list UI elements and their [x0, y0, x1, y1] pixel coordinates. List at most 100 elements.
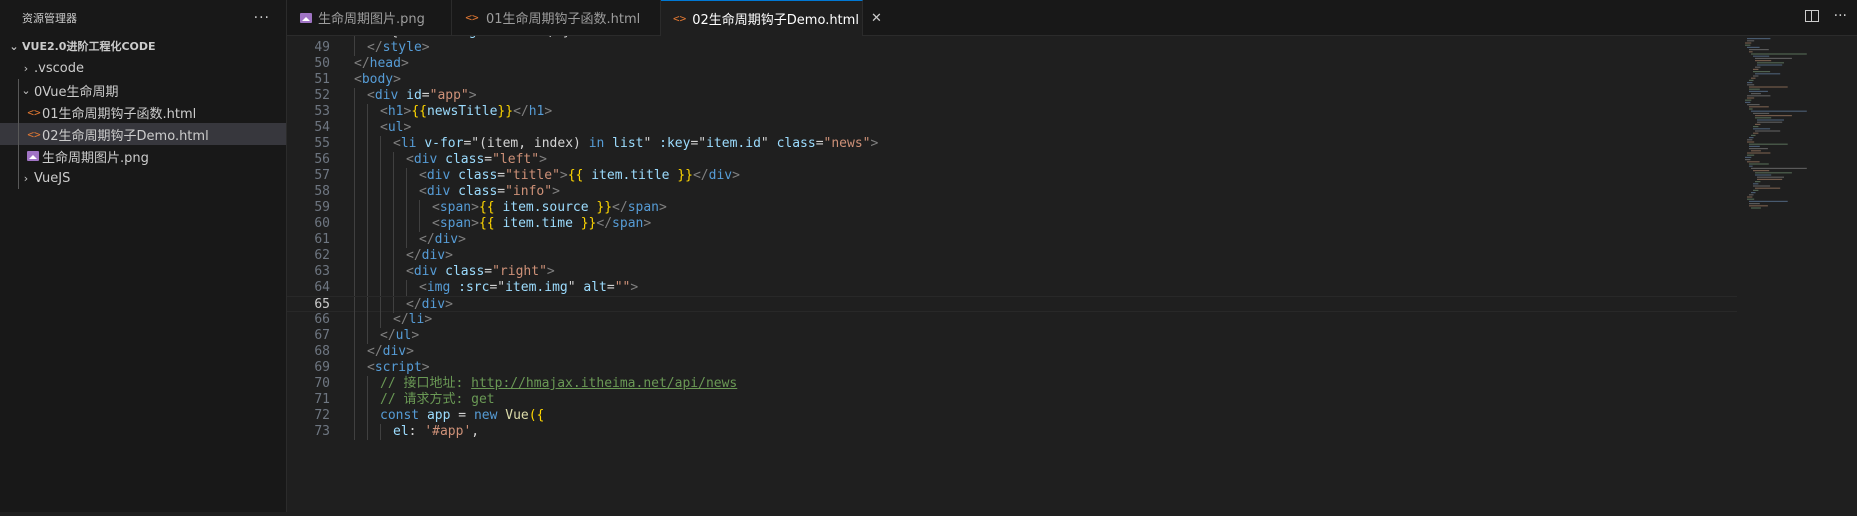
indent-guide — [367, 184, 368, 200]
tree-indent-guide — [18, 79, 19, 189]
html-file-icon: <> — [465, 11, 479, 24]
minimap-line — [1753, 128, 1771, 130]
indent-guide — [354, 88, 355, 104]
tree-item-label: 02生命周期钩子Demo.html — [42, 128, 209, 144]
code-line[interactable]: 59 <span>{{ item.source }}</span> — [287, 200, 1737, 216]
indent-guide — [406, 184, 407, 200]
indent-guide — [354, 248, 355, 264]
code-text: </div> — [367, 344, 414, 359]
minimap[interactable] — [1737, 36, 1857, 512]
indent-guide — [380, 264, 381, 280]
line-number: 70 — [314, 376, 330, 391]
code-line[interactable]: 69 <script> — [287, 360, 1737, 376]
code-line[interactable]: 65 </div> — [287, 296, 1737, 313]
indent-guide — [380, 424, 381, 440]
minimap-line — [1755, 60, 1772, 62]
indent-guide — [354, 297, 355, 313]
tab-lifecycle-png[interactable]: 生命周期图片.png — [287, 0, 452, 35]
code-line[interactable]: 50 </head> — [287, 56, 1737, 72]
code-text: const app = new Vue({ — [380, 408, 545, 423]
indent-guide — [354, 280, 355, 296]
code-line[interactable]: 72 const app = new Vue({ — [287, 408, 1737, 424]
minimap-line — [1749, 79, 1754, 81]
code-text: <script> — [367, 360, 430, 375]
code-line[interactable]: 73 el: '#app', — [287, 424, 1737, 440]
minimap-line — [1747, 40, 1755, 42]
tree-item-label: VueJS — [34, 170, 71, 186]
indent-guide — [380, 216, 381, 232]
indent-guide — [406, 232, 407, 248]
minimap-line — [1751, 53, 1807, 55]
code-line[interactable]: 71 // 请求方式: get — [287, 392, 1737, 408]
minimap-line — [1753, 126, 1759, 128]
indent-guide — [393, 232, 394, 248]
code-text: <div class="info"> — [419, 184, 560, 199]
editor-tab-bar: 生命周期图片.png <> 01生命周期钩子函数.html <> 02生命周期钩… — [287, 0, 1857, 36]
code-line[interactable]: 54 <ul> — [287, 120, 1737, 136]
indent-guide — [406, 168, 407, 184]
html-file-icon: <> — [673, 12, 687, 25]
minimap-line — [1755, 130, 1781, 132]
code-line[interactable]: 55 <li v-for="(item, index) in list" :key… — [287, 136, 1737, 152]
more-actions-icon[interactable]: ··· — [1834, 8, 1847, 24]
minimap-line — [1749, 205, 1768, 207]
code-line[interactable]: 49 </style> — [287, 40, 1737, 56]
code-line[interactable]: 70 // 接口地址: http://hmajax.itheima.net/api… — [287, 376, 1737, 392]
tab-lifecycle-hooks-html[interactable]: <> 01生命周期钩子函数.html — [452, 0, 661, 35]
workspace-root-folder[interactable]: ⌄ VUE2.0进阶工程化CODE — [0, 35, 286, 57]
chevron-right-icon: › — [23, 171, 29, 185]
minimap-line — [1747, 161, 1760, 163]
indent-guide — [380, 280, 381, 296]
tree-item-vue-lifecycle-folder[interactable]: ⌄ 0Vue生命周期 — [0, 79, 286, 101]
tree-item-lifecycle-png[interactable]: 生命周期图片.png — [0, 145, 286, 167]
code-line[interactable]: 60 <span>{{ item.time }}</span> — [287, 216, 1737, 232]
tab-label: 01生命周期钩子函数.html — [486, 12, 641, 27]
code-text: <h1>{{newsTitle}}</h1> — [380, 104, 553, 119]
tree-item-vuejs-folder[interactable]: › VueJS — [0, 167, 286, 189]
code-line[interactable]: 58 <div class="info"> — [287, 184, 1737, 200]
code-line[interactable]: 52 <div id="app"> — [287, 88, 1737, 104]
minimap-line — [1751, 110, 1807, 112]
indent-guide — [406, 280, 407, 296]
indent-guide — [380, 248, 381, 264]
code-editor[interactable]: 48h1 { text-align: center; }49</style>50… — [287, 36, 1737, 512]
code-line[interactable]: 64 <img :src="item.img" alt=""> — [287, 280, 1737, 296]
line-number: 53 — [314, 104, 330, 119]
code-line[interactable]: 56 <div class="left"> — [287, 152, 1737, 168]
code-line[interactable]: 68 </div> — [287, 344, 1737, 360]
indent-guide — [354, 40, 355, 56]
tree-item-lifecycle-demo-html[interactable]: <> 02生命周期钩子Demo.html — [0, 123, 286, 145]
indent-guide — [367, 200, 368, 216]
tree-item-vscode[interactable]: › .vscode — [0, 57, 286, 79]
minimap-line — [1745, 101, 1751, 103]
split-editor-icon[interactable] — [1805, 10, 1819, 22]
line-number: 54 — [314, 120, 330, 135]
tab-label: 02生命周期钩子Demo.html — [692, 13, 859, 28]
minimap-line — [1755, 117, 1772, 119]
line-number: 69 — [314, 360, 330, 375]
indent-guide — [393, 264, 394, 280]
code-text: // 请求方式: get — [380, 392, 495, 407]
minimap-line — [1749, 203, 1760, 205]
minimap-line — [1751, 77, 1756, 79]
indent-guide — [393, 152, 394, 168]
minimap-line — [1749, 86, 1788, 88]
indent-guide — [393, 168, 394, 184]
more-actions-icon[interactable]: ··· — [254, 10, 270, 26]
code-line[interactable]: 63 <div class="right"> — [287, 264, 1737, 280]
code-line[interactable]: 62 </div> — [287, 248, 1737, 264]
code-line[interactable]: 66 </li> — [287, 312, 1737, 328]
tab-lifecycle-demo-html[interactable]: <> 02生命周期钩子Demo.html ✕ — [661, 0, 882, 36]
code-line[interactable]: 67 </ul> — [287, 328, 1737, 344]
tree-item-lifecycle-hooks-html[interactable]: <> 01生命周期钩子函数.html — [0, 101, 286, 123]
code-line[interactable]: 57 <div class="title">{{ item.title }}</d… — [287, 168, 1737, 184]
minimap-line — [1755, 123, 1761, 125]
code-line[interactable]: 51 <body> — [287, 72, 1737, 88]
code-line[interactable]: 61 </div> — [287, 232, 1737, 248]
line-number: 50 — [314, 56, 330, 71]
code-line[interactable]: 53 <h1>{{newsTitle}}</h1> — [287, 104, 1737, 120]
minimap-preview — [1745, 38, 1807, 209]
close-icon[interactable]: ✕ — [871, 11, 882, 26]
minimap-line — [1747, 38, 1771, 40]
line-number: 65 — [314, 297, 330, 312]
